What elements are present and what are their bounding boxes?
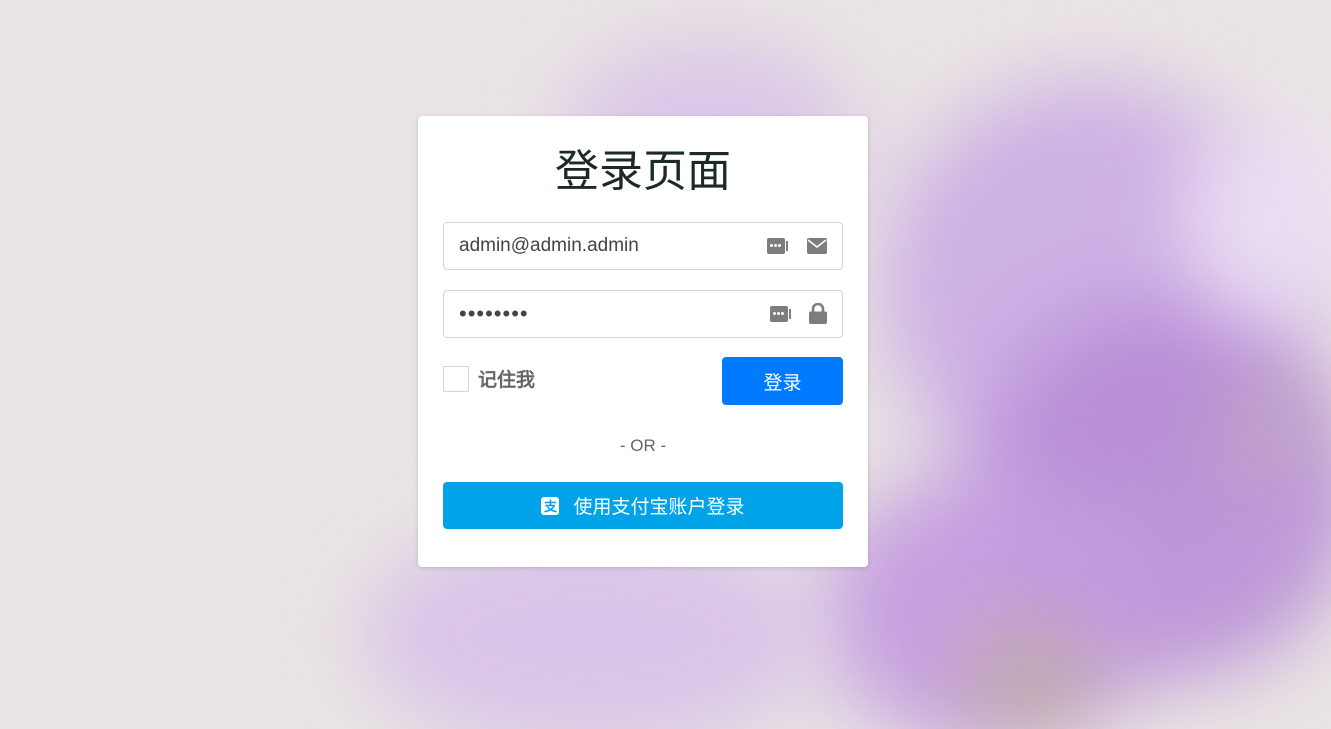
envelope-icon <box>807 238 827 254</box>
password-manager-icon[interactable] <box>767 238 788 254</box>
or-divider: - OR - <box>619 436 667 455</box>
password-field[interactable] <box>443 290 843 338</box>
email-field[interactable] <box>443 222 843 270</box>
remember-label[interactable]: 记住我 <box>478 365 535 392</box>
password-input[interactable] <box>459 291 749 337</box>
alipay-login-button[interactable]: 支 使用支付宝账户登录 <box>443 482 843 529</box>
password-manager-icon[interactable] <box>770 306 791 322</box>
remember-checkbox[interactable] <box>443 365 469 392</box>
alipay-icon: 支 <box>541 496 560 515</box>
email-input[interactable] <box>459 223 749 269</box>
login-card: 登录页面 记住我 登录 - OR - 支 使用支付宝账户登录 <box>418 116 868 567</box>
page-title: 登录页面 <box>555 147 731 196</box>
alipay-login-label: 使用支付宝账户登录 <box>573 497 745 518</box>
login-button[interactable]: 登录 <box>722 357 843 405</box>
remember-me[interactable]: 记住我 <box>443 365 535 392</box>
lock-icon <box>809 303 827 324</box>
